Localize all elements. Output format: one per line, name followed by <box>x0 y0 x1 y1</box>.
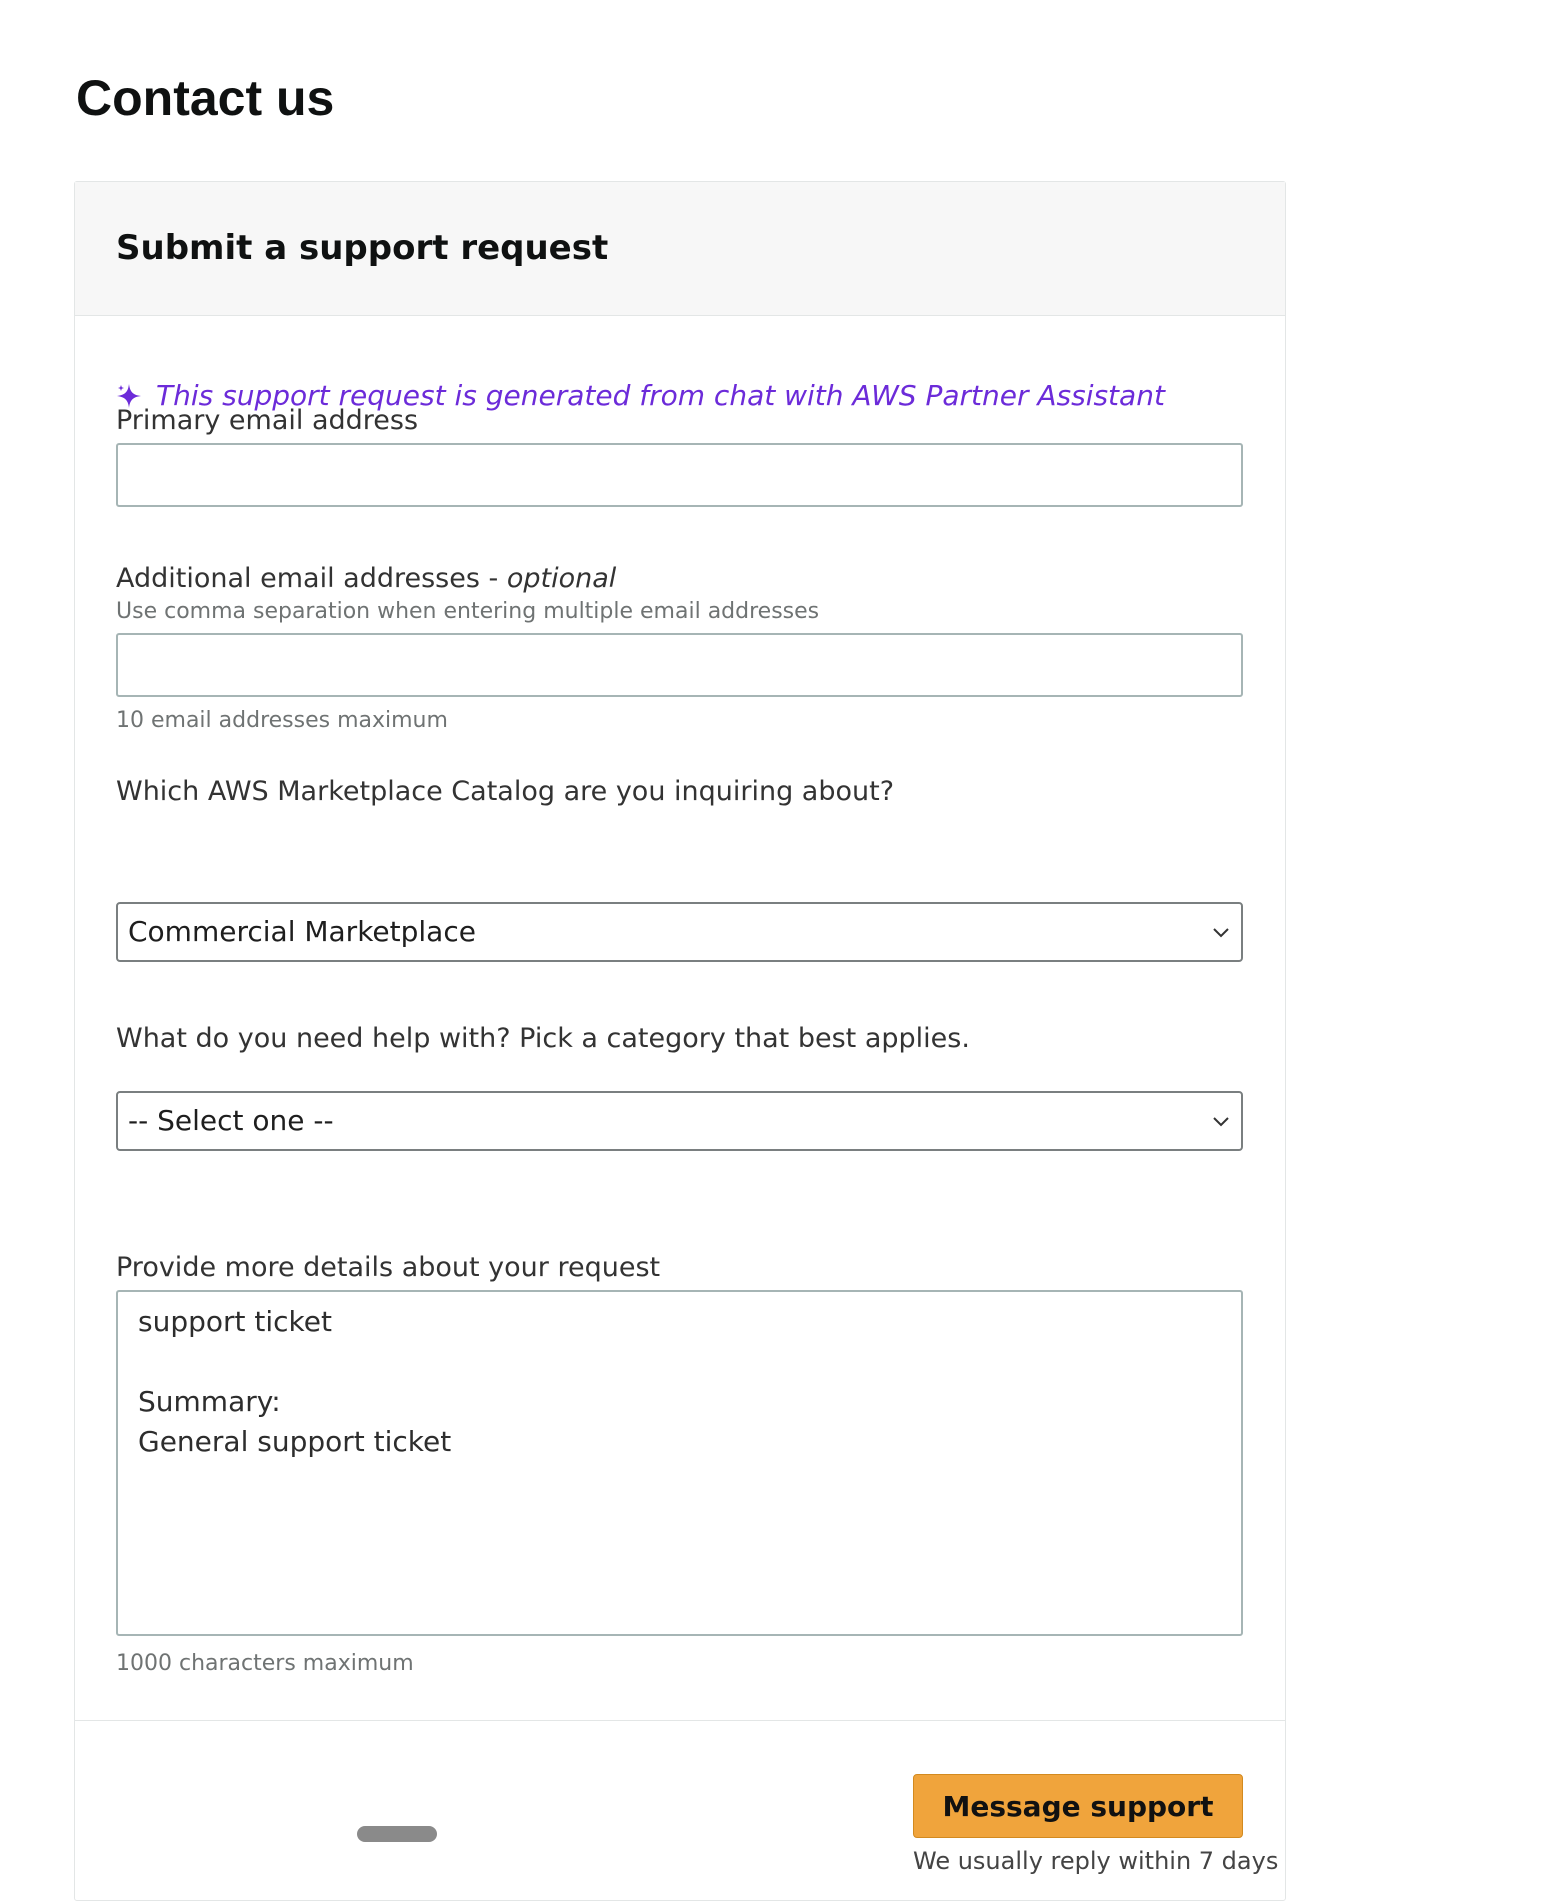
details-line: General support ticket <box>138 1425 452 1458</box>
optional-tag: optional <box>506 563 617 594</box>
scroll-handle[interactable] <box>357 1826 437 1842</box>
details-textarea[interactable]: support ticket Summary: General support … <box>116 1290 1243 1636</box>
card-title: Submit a support request <box>116 228 609 268</box>
details-line: support ticket <box>138 1305 332 1338</box>
support-request-card: Submit a support request This support re… <box>74 181 1286 1901</box>
additional-emails-input[interactable] <box>116 633 1243 697</box>
additional-emails-label: Additional email addresses - optional <box>116 562 616 596</box>
page-title: Contact us <box>76 70 335 126</box>
details-line: Summary: <box>138 1385 281 1418</box>
primary-email-input[interactable] <box>116 443 1243 507</box>
chevron-down-icon <box>1213 1117 1229 1127</box>
message-support-button[interactable]: Message support <box>913 1774 1243 1838</box>
category-select[interactable]: -- Select one -- <box>116 1091 1243 1151</box>
additional-emails-hint: Use comma separation when entering multi… <box>116 599 820 624</box>
catalog-selected-value: Commercial Marketplace <box>128 915 476 948</box>
details-constraint: 1000 characters maximum <box>116 1651 414 1676</box>
chevron-down-icon <box>1213 928 1229 938</box>
primary-email-label: Primary email address <box>116 405 419 436</box>
additional-emails-constraint: 10 email addresses maximum <box>116 708 448 733</box>
category-selected-value: -- Select one -- <box>128 1104 334 1137</box>
reply-time-note: We usually reply within 7 days <box>913 1847 1279 1875</box>
card-header: Submit a support request <box>75 182 1285 316</box>
category-label: What do you need help with? Pick a categ… <box>116 1023 970 1054</box>
details-label: Provide more details about your request <box>116 1252 661 1283</box>
additional-emails-label-text: Additional email addresses - <box>116 563 507 594</box>
catalog-label: Which AWS Marketplace Catalog are you in… <box>116 776 895 807</box>
details-line <box>138 1342 1221 1382</box>
catalog-select[interactable]: Commercial Marketplace <box>116 902 1243 962</box>
